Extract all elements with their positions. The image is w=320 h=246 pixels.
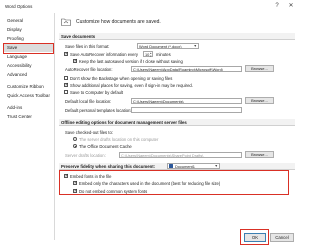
autorecover-checkbox[interactable] <box>64 51 69 57</box>
server-drafts-radio[interactable] <box>73 137 77 141</box>
close-icon[interactable]: ✕ <box>287 2 295 10</box>
cancel-button[interactable]: Cancel <box>270 233 294 242</box>
autorecover-location-label: AutoRecover file location: <box>65 67 113 72</box>
section-save-documents: Save documents <box>59 33 295 40</box>
format-value: Word Document (*.docx) <box>139 44 182 49</box>
autorecover-browse-button[interactable]: Browse... <box>245 65 274 72</box>
sidebar-item-language[interactable]: Language <box>3 53 53 61</box>
autorecover-minutes-spinner[interactable]: 10 ▲ ▼ <box>143 51 153 58</box>
save-to-computer-label: Save to Computer by default <box>70 90 124 95</box>
folder-save-icon <box>61 18 71 26</box>
sidebar-item-add-ins[interactable]: Add-ins <box>3 104 53 112</box>
window-title: Word Options <box>5 4 33 9</box>
no-backstage-label: Don't show the Backstage when opening or… <box>70 76 173 81</box>
minutes-label: minutes <box>156 52 171 57</box>
fidelity-document-select[interactable]: Document1 ▼ <box>167 163 220 169</box>
main-content: Customize how documents are saved. Save … <box>57 13 297 231</box>
title-bar: Word Options ? ✕ <box>0 0 300 13</box>
chevron-down-icon: ▼ <box>214 164 218 168</box>
chevron-down-icon: ▼ <box>193 44 197 48</box>
spinner-arrows-icon: ▲ ▼ <box>149 51 152 58</box>
additional-places-label: Show additional places for saving, even … <box>70 83 193 88</box>
default-local-location-input[interactable]: C:\Users\Naeem\Documents\ <box>131 98 242 104</box>
fidelity-document-value: Document1 <box>175 164 195 169</box>
sidebar-item-proofing[interactable]: Proofing <box>3 35 53 43</box>
default-templates-input[interactable] <box>131 107 242 113</box>
server-drafts-location-label: Server drafts location: <box>65 153 106 158</box>
save-highlight-box <box>3 43 54 54</box>
autorecover-label: Save AutoRecover information every <box>70 52 138 57</box>
page-header: Customize how documents are saved. <box>76 19 161 25</box>
keep-last-version-label: Keep the last autosaved version if I clo… <box>79 59 183 64</box>
office-cache-radio-label: The Office Document Cache <box>79 144 132 149</box>
office-cache-radio[interactable] <box>73 144 77 148</box>
keep-last-version-checkbox[interactable] <box>73 58 78 64</box>
default-local-browse-button[interactable]: Browse... <box>245 97 274 104</box>
ok-highlight-box <box>240 229 269 245</box>
checked-out-files-label: Save checked-out files to: <box>65 130 113 135</box>
sidebar-item-customize-ribbon[interactable]: Customize Ribbon <box>3 83 53 91</box>
sidebar-item-general[interactable]: General <box>3 17 53 25</box>
server-drafts-location-input[interactable]: C:\Users\Naeem\Documents\SharePoint Draf… <box>119 152 242 158</box>
embed-fonts-highlight-box <box>59 170 289 195</box>
sidebar-item-accessibility[interactable]: Accessibility <box>3 62 53 70</box>
default-templates-label: Default personal templates location: <box>65 108 132 113</box>
section-offline-editing: Offline editing options for document man… <box>59 119 295 126</box>
format-label: Save files in this format: <box>65 44 110 49</box>
preserve-fidelity-title: Preserve fidelity when sharing this docu… <box>61 164 156 169</box>
help-icon[interactable]: ? <box>273 2 281 10</box>
format-select[interactable]: Word Document (*.docx) ▼ <box>137 43 199 49</box>
default-local-location-label: Default local file location: <box>65 99 112 104</box>
no-backstage-checkbox[interactable] <box>64 76 68 80</box>
word-document-icon <box>169 164 173 168</box>
sidebar-item-advanced[interactable]: Advanced <box>3 71 53 79</box>
server-drafts-browse-button[interactable]: Browse... <box>245 151 274 158</box>
autorecover-location-input[interactable]: C:\Users\Naeem\AppData\Roaming\Microsoft… <box>131 66 242 72</box>
server-drafts-radio-label: The server drafts location on this compu… <box>79 137 159 142</box>
sidebar-item-trust-center[interactable]: Trust Center <box>3 113 53 121</box>
sidebar-item-quick-access-toolbar[interactable]: Quick Access Toolbar <box>3 92 53 100</box>
save-to-computer-checkbox[interactable] <box>64 90 68 94</box>
sidebar-item-display[interactable]: Display <box>3 26 53 34</box>
additional-places-checkbox[interactable] <box>64 82 69 88</box>
